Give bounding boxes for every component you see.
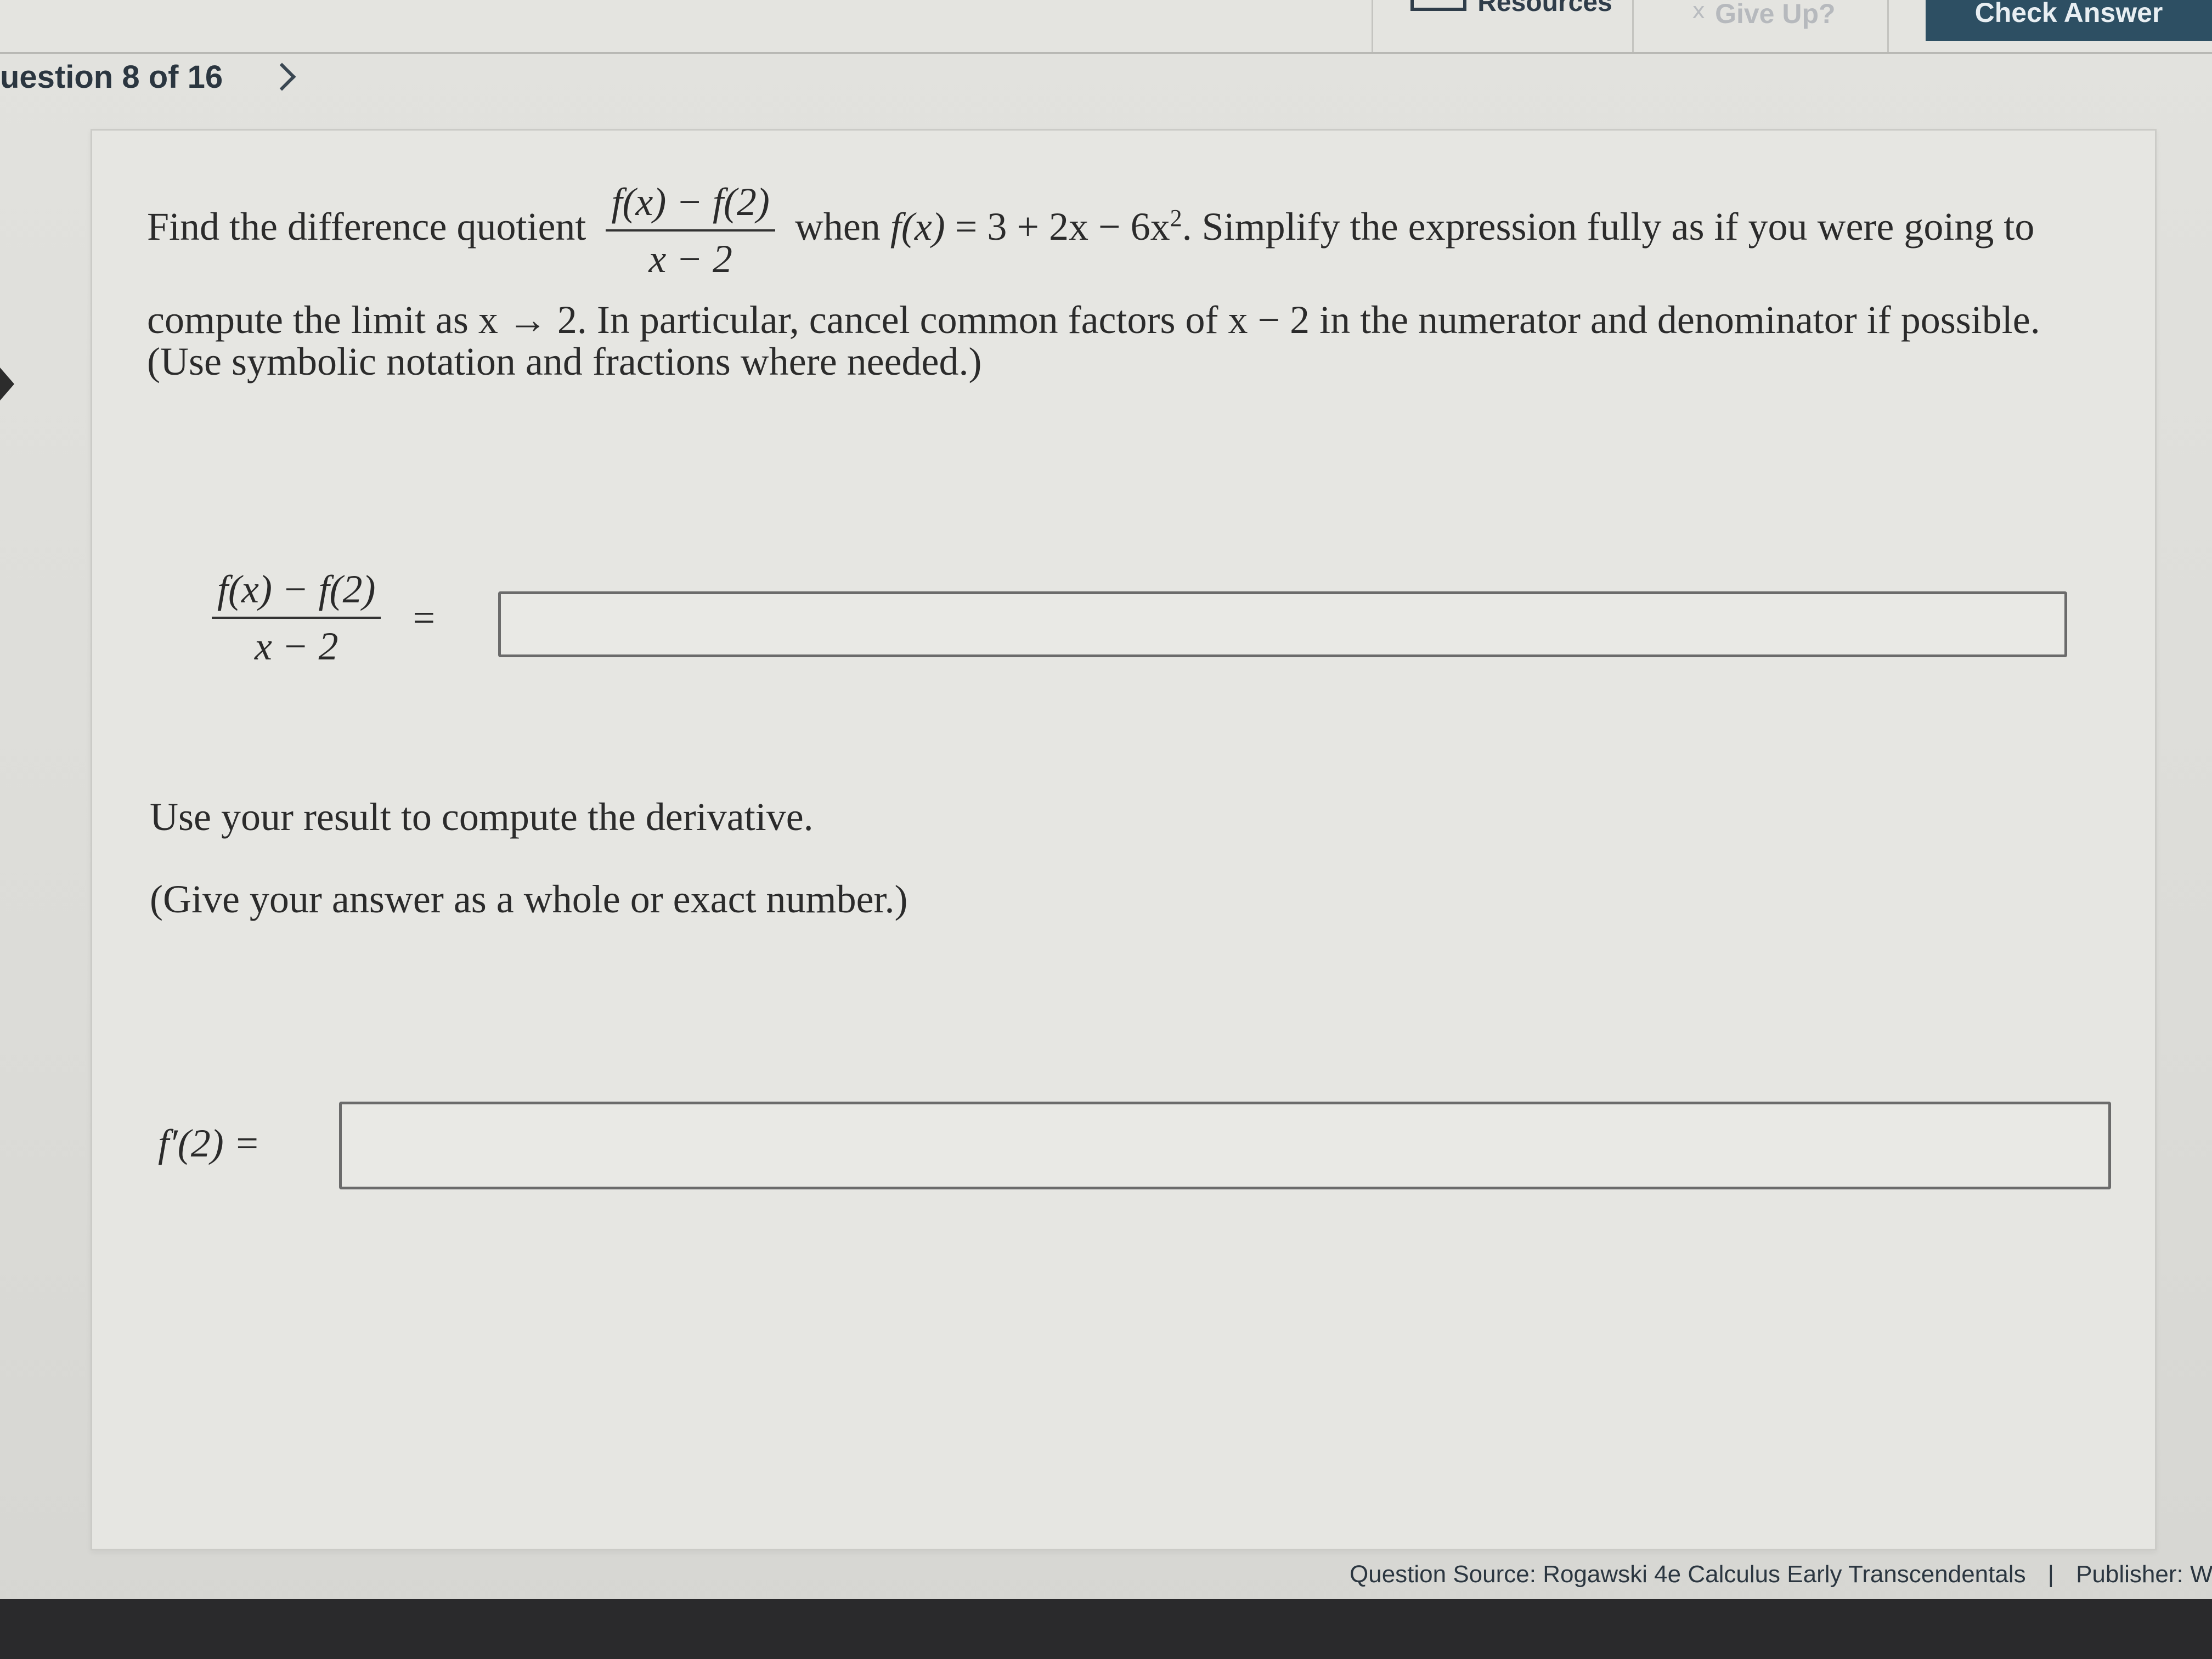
function-definition: = 3 + 2x − 6x: [945, 205, 1170, 249]
toolbar-divider: [1887, 0, 1889, 52]
resources-icon: [1410, 0, 1467, 11]
screen-bezel: [0, 1599, 2212, 1659]
answer-1-label: f(x) − f(2) x − 2 =: [202, 569, 435, 666]
question-navigation: uestion 8 of 16: [0, 55, 296, 99]
prompt-instructions: (Use symbolic notation and fractions whe…: [147, 340, 982, 383]
question-source: Question Source: Rogawski 4e Calculus Ea…: [1350, 1561, 2026, 1588]
derivative-label: f′(2) =: [158, 1121, 261, 1165]
resources-button[interactable]: Resources: [1383, 0, 1640, 52]
prompt-line-2: compute the limit as x → 2. In particula…: [147, 298, 2040, 342]
answer-1-denominator: x − 2: [254, 624, 338, 668]
give-up-label: Give Up?: [1715, 0, 1836, 29]
derivative-instruction: Use your result to compute the derivativ…: [150, 795, 814, 839]
top-toolbar: Resources x Give Up? Check Answer: [0, 0, 2212, 54]
fraction-denominator: x − 2: [648, 237, 732, 281]
give-up-button[interactable]: x Give Up?: [1646, 0, 1882, 52]
footer-divider: |: [2047, 1561, 2055, 1588]
page: Resources x Give Up? Check Answer uestio…: [0, 0, 2212, 1659]
question-counter: uestion 8 of 16: [0, 59, 223, 95]
answer-1-fraction: f(x) − f(2) x − 2: [212, 569, 381, 666]
resources-label: Resources: [1477, 0, 1612, 17]
prompt-when-text: when: [794, 205, 881, 249]
difference-quotient-input[interactable]: [498, 591, 2067, 657]
chevron-right-icon[interactable]: [268, 63, 296, 91]
question-card: Find the difference quotient f(x) − f(2)…: [91, 129, 2157, 1550]
answer-1-numerator: f(x) − f(2): [212, 569, 381, 619]
prompt-lead-text: Find the difference quotient: [147, 205, 586, 249]
function-exponent: 2: [1170, 205, 1182, 232]
derivative-format-hint: (Give your answer as a whole or exact nu…: [150, 877, 908, 921]
difference-quotient-fraction: f(x) − f(2) x − 2: [606, 182, 775, 279]
check-answer-label: Check Answer: [1974, 0, 2163, 28]
mouse-cursor-icon: [0, 368, 14, 400]
toolbar-divider: [1372, 0, 1373, 52]
question-source-footer: Question Source: Rogawski 4e Calculus Ea…: [1350, 1561, 2212, 1588]
equals-sign: =: [413, 595, 436, 640]
fraction-numerator: f(x) − f(2): [606, 182, 775, 232]
give-up-icon: x: [1692, 0, 1706, 24]
prompt-rest-text: . Simplify the expression fully as if yo…: [1182, 205, 2035, 249]
toolbar-divider: [1632, 0, 1634, 52]
question-prompt: Find the difference quotient f(x) − f(2)…: [147, 177, 2133, 361]
publisher: Publisher: W.H. F: [2076, 1561, 2212, 1588]
function-name: f(x): [890, 205, 945, 249]
check-answer-button[interactable]: Check Answer: [1926, 0, 2212, 41]
derivative-input[interactable]: [339, 1102, 2111, 1189]
